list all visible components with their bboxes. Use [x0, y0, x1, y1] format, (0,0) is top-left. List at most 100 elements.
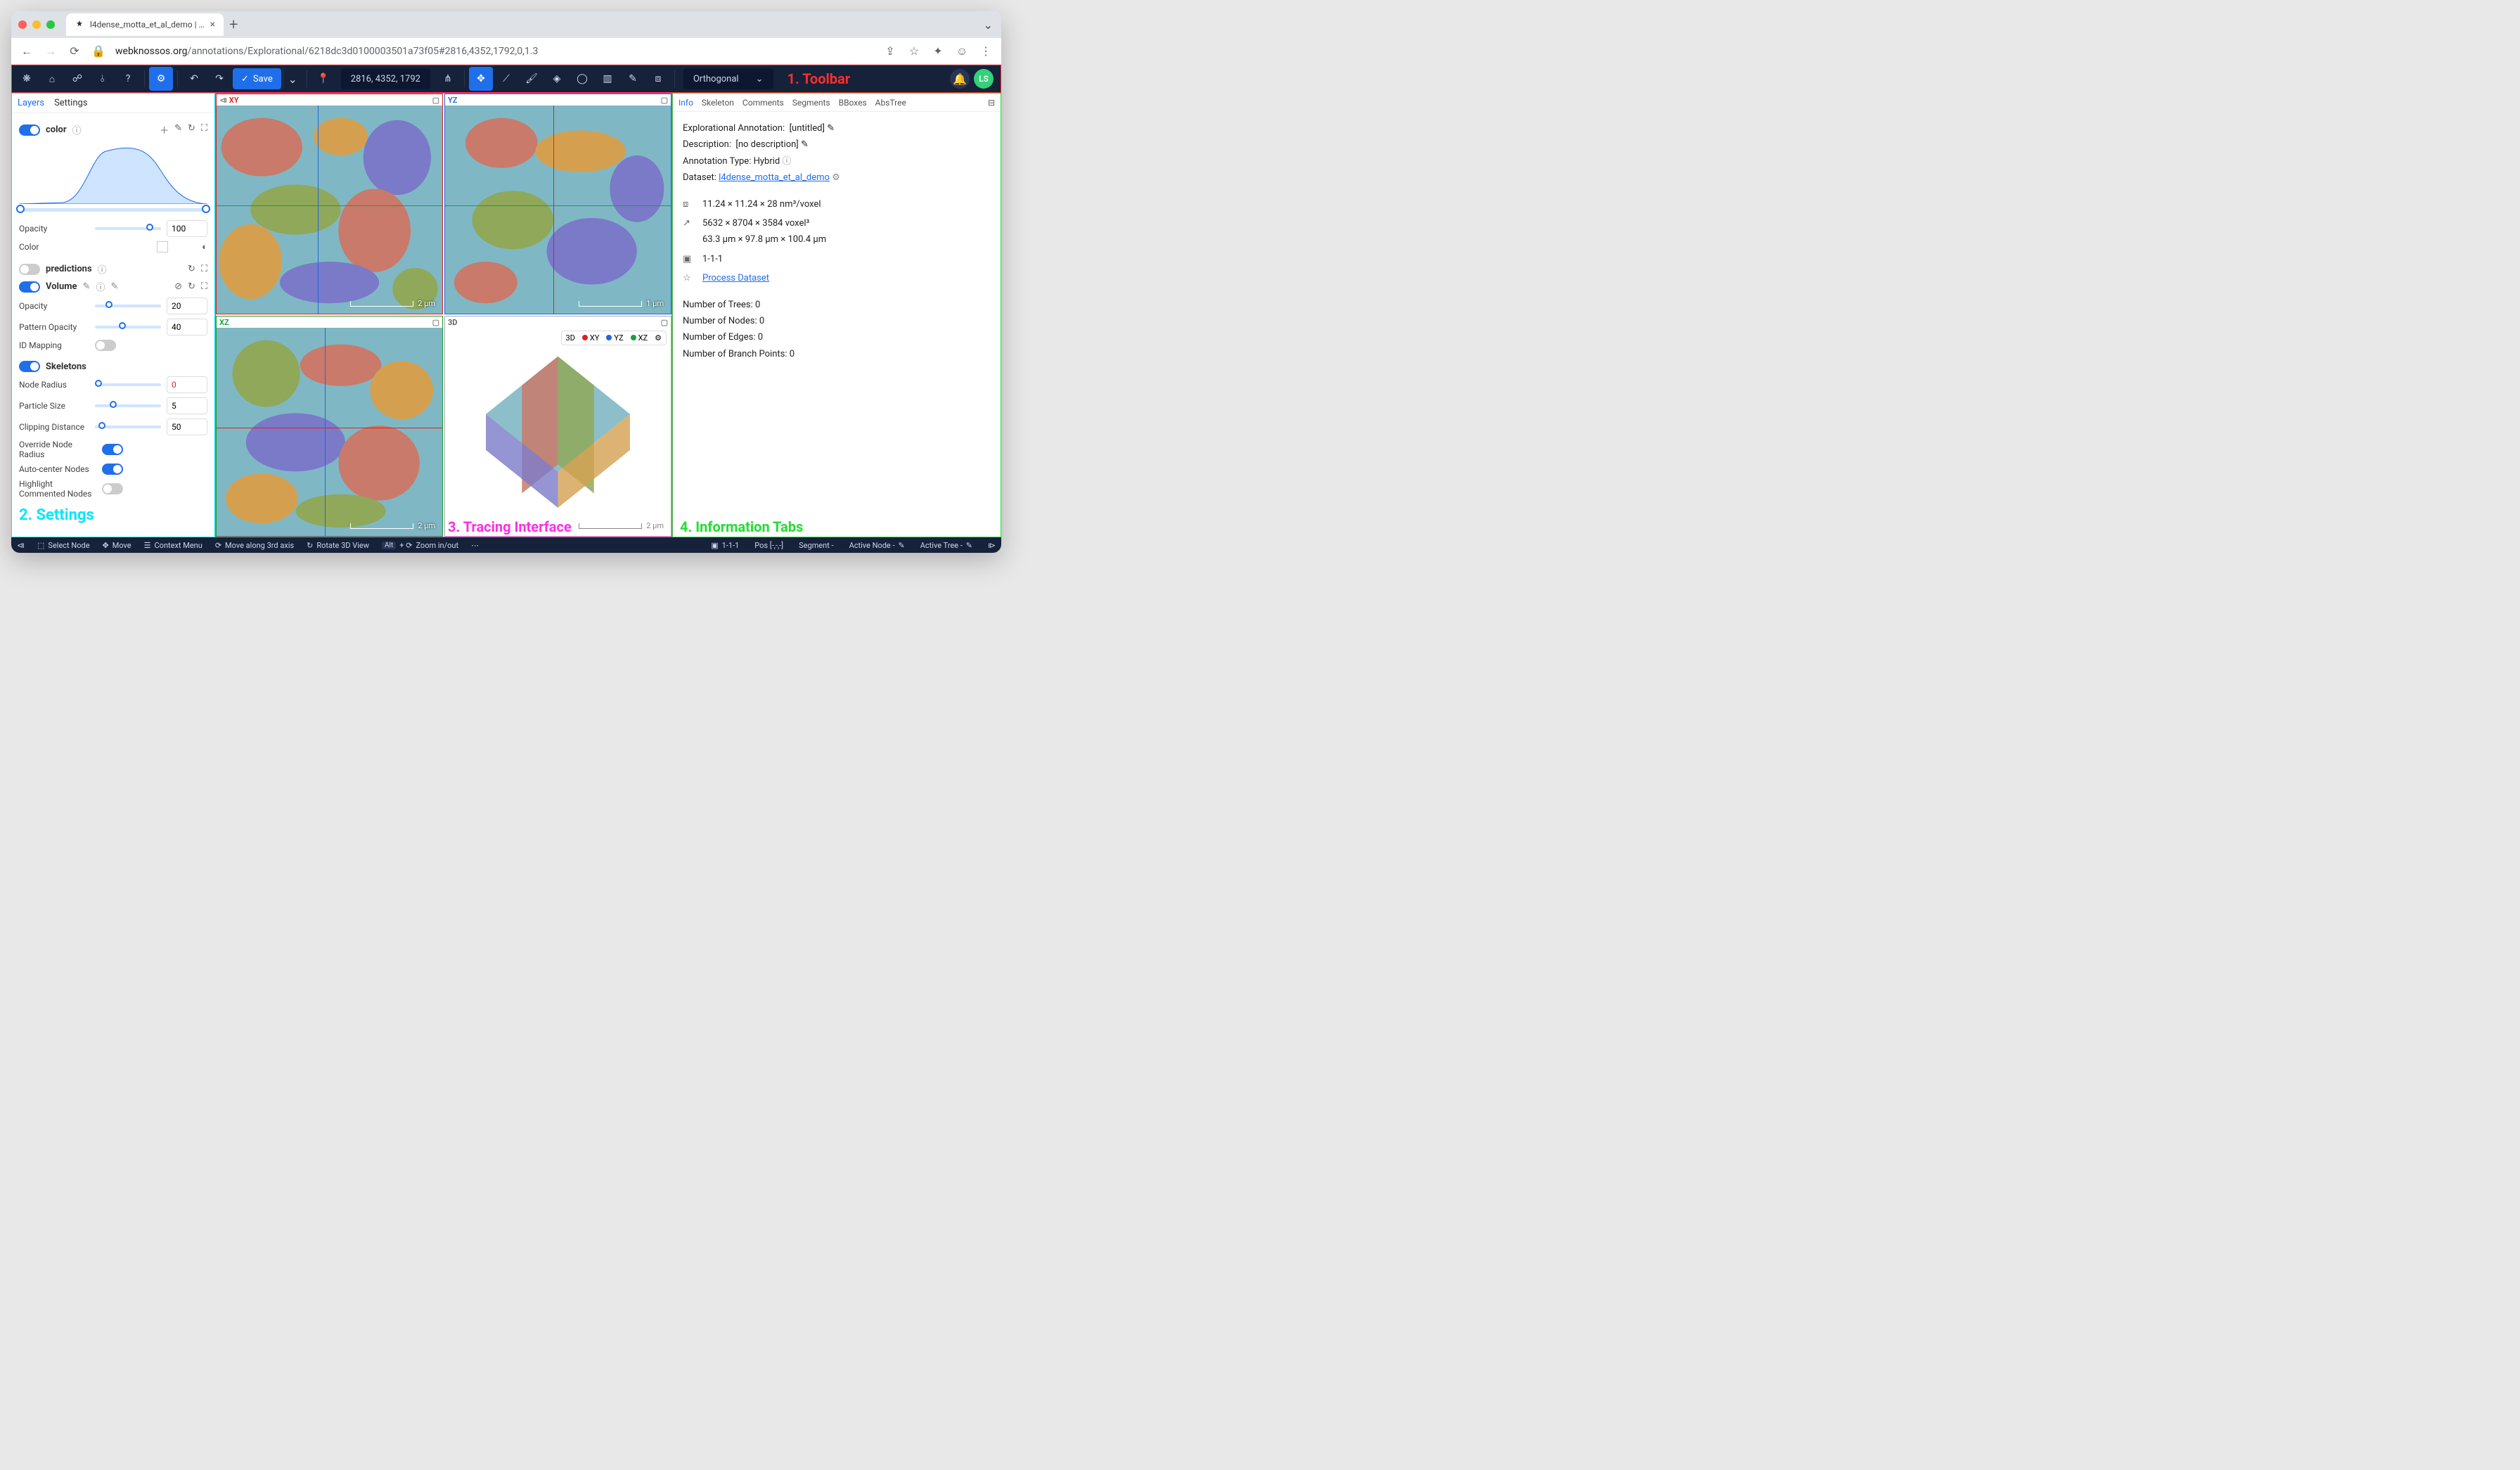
maximize-icon[interactable]: ▢ [661, 96, 668, 105]
tab-abstree[interactable]: AbsTree [875, 98, 906, 108]
browser-tab[interactable]: l4dense_motta_et_al_demo | … × [66, 13, 224, 36]
tab-bboxes[interactable]: BBoxes [839, 98, 867, 108]
logo-icon[interactable]: ❋ [15, 67, 39, 91]
volume-toggle[interactable] [19, 281, 40, 293]
color-opacity-slider[interactable] [95, 227, 161, 230]
undo-button[interactable]: ↶ [182, 67, 206, 91]
url-field[interactable]: webknossos.org/annotations/Explorational… [115, 46, 873, 57]
save-dropdown[interactable]: ⌄ [283, 68, 302, 89]
expand-icon[interactable]: ⛶ [201, 264, 207, 274]
forward-button[interactable]: → [44, 44, 58, 58]
clipping-slider[interactable] [95, 426, 161, 428]
pattern-slider[interactable] [95, 326, 161, 328]
expand-icon[interactable]: ⛶ [201, 123, 207, 136]
home-icon[interactable]: ⌂ [40, 67, 64, 91]
particle-input[interactable] [167, 397, 207, 414]
info-icon[interactable]: ⓘ [96, 280, 105, 293]
autocenter-toggle[interactable] [102, 464, 123, 475]
erase-tool[interactable]: ◈ [545, 67, 569, 91]
help-icon[interactable]: ? [116, 67, 140, 91]
histogram-range-slider[interactable] [19, 208, 207, 212]
edit-icon[interactable]: ✎ [110, 281, 118, 292]
lasso-tool[interactable]: ◯ [570, 67, 594, 91]
more-icon[interactable]: ⋯ [471, 541, 479, 550]
particle-slider[interactable] [95, 404, 161, 407]
new-tab-button[interactable]: + [229, 16, 238, 34]
tab-comments[interactable]: Comments [742, 98, 784, 108]
pin-icon[interactable]: 📍 [311, 67, 335, 91]
user-icon[interactable]: ☍ [65, 67, 89, 91]
color-layer-toggle[interactable] [19, 124, 40, 136]
tab-info[interactable]: Info [679, 98, 693, 108]
edit-icon[interactable]: ✎ [801, 139, 809, 150]
color-swatch[interactable] [157, 241, 168, 253]
info-icon[interactable]: ⓘ [782, 156, 791, 167]
edit-icon[interactable]: ✎ [827, 123, 835, 134]
edit-icon[interactable]: ✎ [83, 281, 91, 292]
tab-segments[interactable]: Segments [792, 98, 830, 108]
dataset-link[interactable]: l4dense_motta_et_al_demo [719, 172, 830, 183]
picker-tool[interactable]: ✎ [621, 67, 645, 91]
tab-skeleton[interactable]: Skeleton [702, 98, 734, 108]
maximize-icon[interactable]: ▢ [661, 318, 668, 327]
idmapping-toggle[interactable] [95, 340, 116, 351]
profile-icon[interactable]: ☺ [955, 44, 969, 58]
collapse-icon[interactable]: ⧏ [219, 96, 227, 105]
reload-icon[interactable]: ↻ [188, 281, 195, 292]
tab-layers[interactable]: Layers [18, 98, 44, 108]
tabstrip-expand-icon[interactable]: ⌄ [984, 18, 993, 32]
viewport-xy[interactable]: ⧏ XY▢ 2 µm [216, 94, 443, 314]
node-radius-input[interactable] [167, 376, 207, 393]
bbox-tool[interactable]: ⧈ [646, 67, 670, 91]
reload-icon[interactable]: ↻ [188, 123, 195, 136]
skeleton-tool[interactable]: ⟋ [494, 67, 518, 91]
bookmark-icon[interactable]: ☆ [907, 44, 921, 58]
color-opacity-input[interactable] [167, 220, 207, 237]
share-button[interactable]: ⋔ [436, 67, 460, 91]
brush-tool[interactable]: 🖌 [520, 67, 544, 91]
disable-icon[interactable]: ⊘ [174, 281, 182, 292]
minimize-window-icon[interactable] [32, 20, 41, 29]
redo-button[interactable]: ↷ [207, 67, 231, 91]
reload-button[interactable]: ⟳ [68, 44, 82, 58]
save-button[interactable]: ✓ Save [233, 68, 281, 89]
avatar[interactable]: LS [974, 69, 994, 89]
contrast-icon[interactable]: ◐ [202, 241, 207, 253]
viewmode-select[interactable]: Orthogonal ⌄ [683, 68, 773, 89]
node-radius-slider[interactable] [95, 383, 161, 386]
tab-settings[interactable]: Settings [54, 98, 87, 108]
override-toggle[interactable] [102, 444, 123, 455]
process-link[interactable]: Process Dataset [702, 270, 769, 286]
collapse-right-icon[interactable]: ⧐ [988, 541, 996, 550]
fill-tool[interactable]: ▥ [596, 67, 619, 91]
skeletons-toggle[interactable] [19, 361, 40, 372]
stats-icon[interactable]: ⫰ [91, 67, 115, 91]
viewport-yz[interactable]: YZ▢ 1 µm [444, 94, 671, 314]
clipping-input[interactable] [167, 418, 207, 435]
viewport-3d[interactable]: 3D▢ 3D XY YZ XZ ⚙ [444, 316, 671, 537]
edit-icon[interactable]: ✎ [174, 123, 182, 136]
panel-settings-icon[interactable]: ⊟ [988, 98, 995, 108]
vol-opacity-input[interactable] [167, 298, 207, 314]
info-icon[interactable]: ⓘ [72, 123, 82, 136]
back-button[interactable]: ← [20, 44, 34, 58]
maximize-icon[interactable]: ▢ [432, 96, 439, 105]
info-icon[interactable]: ⓘ [98, 262, 107, 276]
reload-icon[interactable]: ↻ [188, 264, 195, 274]
notifications-icon[interactable]: 🔔 [950, 69, 970, 89]
gear-icon[interactable]: ⚙ [832, 172, 840, 183]
expand-icon[interactable]: ⛶ [201, 281, 207, 292]
gear-icon[interactable]: ⚙ [149, 67, 173, 91]
browser-menu-icon[interactable]: ⋮ [979, 44, 993, 58]
move-tool[interactable]: ✥ [469, 67, 493, 91]
coordinates-display[interactable]: 2816, 4352, 1792 [341, 68, 430, 89]
maximize-icon[interactable]: ▢ [432, 318, 439, 327]
close-window-icon[interactable] [18, 20, 27, 29]
viewport-xz[interactable]: XZ▢ 2 µm [216, 316, 443, 537]
share-icon[interactable]: ⇪ [883, 44, 897, 58]
highlight-toggle[interactable] [102, 483, 123, 494]
collapse-left-icon[interactable]: ⧏ [17, 541, 25, 550]
extensions-icon[interactable]: ✦ [931, 44, 945, 58]
predictions-toggle[interactable] [19, 264, 40, 275]
pattern-input[interactable] [167, 319, 207, 335]
